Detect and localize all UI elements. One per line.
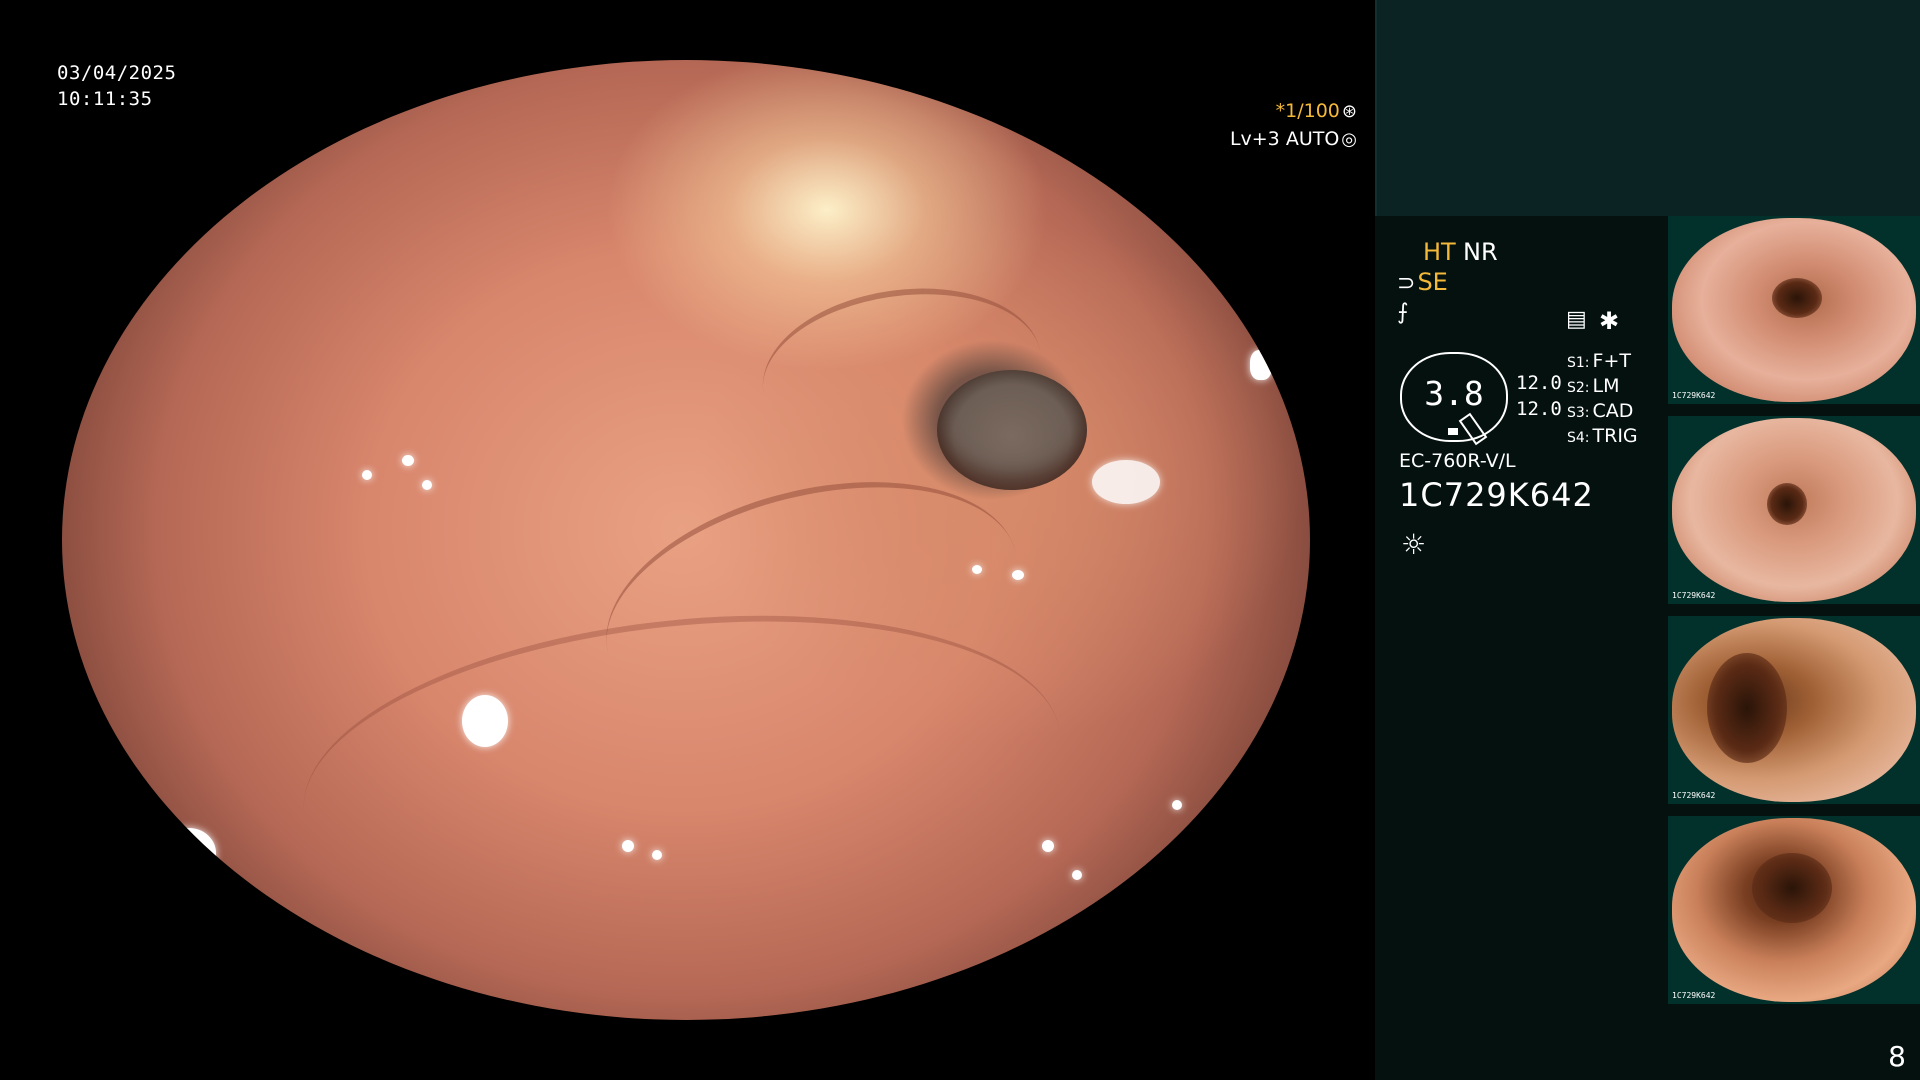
light-reflection — [1072, 870, 1082, 880]
zoom-dial: 3.8 — [1400, 352, 1508, 446]
setting-value-2: 12.0 — [1516, 398, 1562, 420]
light-reflection — [652, 850, 662, 860]
thumbnail-caption: 1C729K642 — [1672, 391, 1716, 400]
light-reflection — [1012, 570, 1024, 580]
capture-date: 03/04/2025 — [57, 62, 177, 84]
shutter-icon: ⊛ — [1341, 101, 1357, 122]
light-reflection — [1172, 800, 1182, 810]
light-reflection — [622, 840, 634, 852]
thumbnail-image — [1672, 618, 1916, 802]
light-reflection — [402, 455, 414, 466]
switch-value: CAD — [1592, 400, 1634, 422]
light-reflection — [1122, 890, 1132, 900]
status-header-band — [1375, 0, 1920, 216]
thumbnail-lumen — [1767, 483, 1807, 525]
brightness-level-value: Lv+3 AUTO — [1229, 128, 1340, 150]
light-source-icon: ☼ — [1401, 528, 1427, 561]
thumbnail-image — [1672, 218, 1916, 402]
switch-value: F+T — [1592, 350, 1631, 372]
light-reflection — [462, 695, 508, 747]
switch-value: TRIG — [1592, 425, 1638, 447]
thumbnail-image — [1672, 418, 1916, 602]
captured-image-thumbnail[interactable]: 1C729K642 — [1668, 616, 1920, 804]
scope-serial-number: 1C729K642 — [1399, 476, 1594, 514]
zoom-dial-value: 3.8 — [1424, 374, 1484, 413]
light-reflection — [1042, 840, 1054, 852]
light-reflection — [422, 480, 432, 490]
light-reflection — [362, 470, 372, 480]
thumbnail-lumen — [1772, 278, 1822, 318]
hue-mode-label: HT — [1423, 238, 1456, 266]
captured-image-thumbnail[interactable]: 1C729K642 — [1668, 416, 1920, 604]
shutter-speed-value: *1/100 — [1275, 100, 1340, 122]
status-panel: HT NR ⊃SE ⨍ ▤ ✱ 3.8 12.0 12.0 S1: F+T S2:… — [1375, 0, 1920, 1080]
setting-value-1: 12.0 — [1516, 372, 1562, 394]
switch-value: LM — [1592, 375, 1620, 397]
thumbnail-image — [1672, 818, 1916, 1002]
thumbnail-lumen — [1707, 653, 1787, 763]
auto-iris-icon: ◎ — [1341, 129, 1357, 150]
capture-time: 10:11:35 — [57, 88, 153, 110]
switch-key: S4: — [1567, 430, 1590, 446]
shutter-speed: *1/100 ⊛ — [1157, 100, 1357, 122]
thumbnail-lumen — [1752, 853, 1832, 923]
light-reflection — [1092, 460, 1160, 504]
structure-enhance-label: SE — [1417, 268, 1448, 296]
dial-needle — [1458, 412, 1488, 446]
captured-image-thumbnail[interactable]: 1C729K642 — [1668, 216, 1920, 404]
f-curve-icon: ⨍ — [1397, 300, 1409, 325]
dial-marker — [1448, 428, 1458, 435]
endoscope-area: 03/04/2025 10:11:35 *1/100 ⊛ Lv+3 AUTO ◎ — [0, 0, 1375, 1080]
captured-image-thumbnail[interactable]: 1C729K642 — [1668, 816, 1920, 1004]
scope-model: EC-760R-V/L — [1399, 450, 1516, 472]
switch-key: S3: — [1567, 405, 1590, 421]
thumbnail-caption: 1C729K642 — [1672, 991, 1716, 1000]
star-icon: ✱ — [1599, 307, 1620, 335]
page-number: 8 — [1888, 1040, 1906, 1073]
light-reflection — [162, 828, 216, 878]
captured-image-strip: 1C729K642 1C729K642 1C729K642 1C729K642 — [1668, 216, 1920, 1016]
light-reflection — [1250, 350, 1272, 380]
endoscope-image — [62, 60, 1310, 1020]
light-reflection — [1032, 82, 1050, 98]
structure-enhance-icon: ⊃ — [1397, 271, 1416, 296]
brightness-level: Lv+3 AUTO ◎ — [1137, 128, 1357, 150]
thumbnail-caption: 1C729K642 — [1672, 591, 1716, 600]
memo-icon: ▤ — [1566, 307, 1587, 332]
noise-reduction-label: NR — [1463, 238, 1498, 266]
switch-key: S2: — [1567, 380, 1590, 396]
switch-key: S1: — [1567, 355, 1590, 371]
structure-enhance: ⊃SE — [1397, 268, 1448, 296]
thumbnail-caption: 1C729K642 — [1672, 791, 1716, 800]
light-reflection — [972, 565, 982, 574]
